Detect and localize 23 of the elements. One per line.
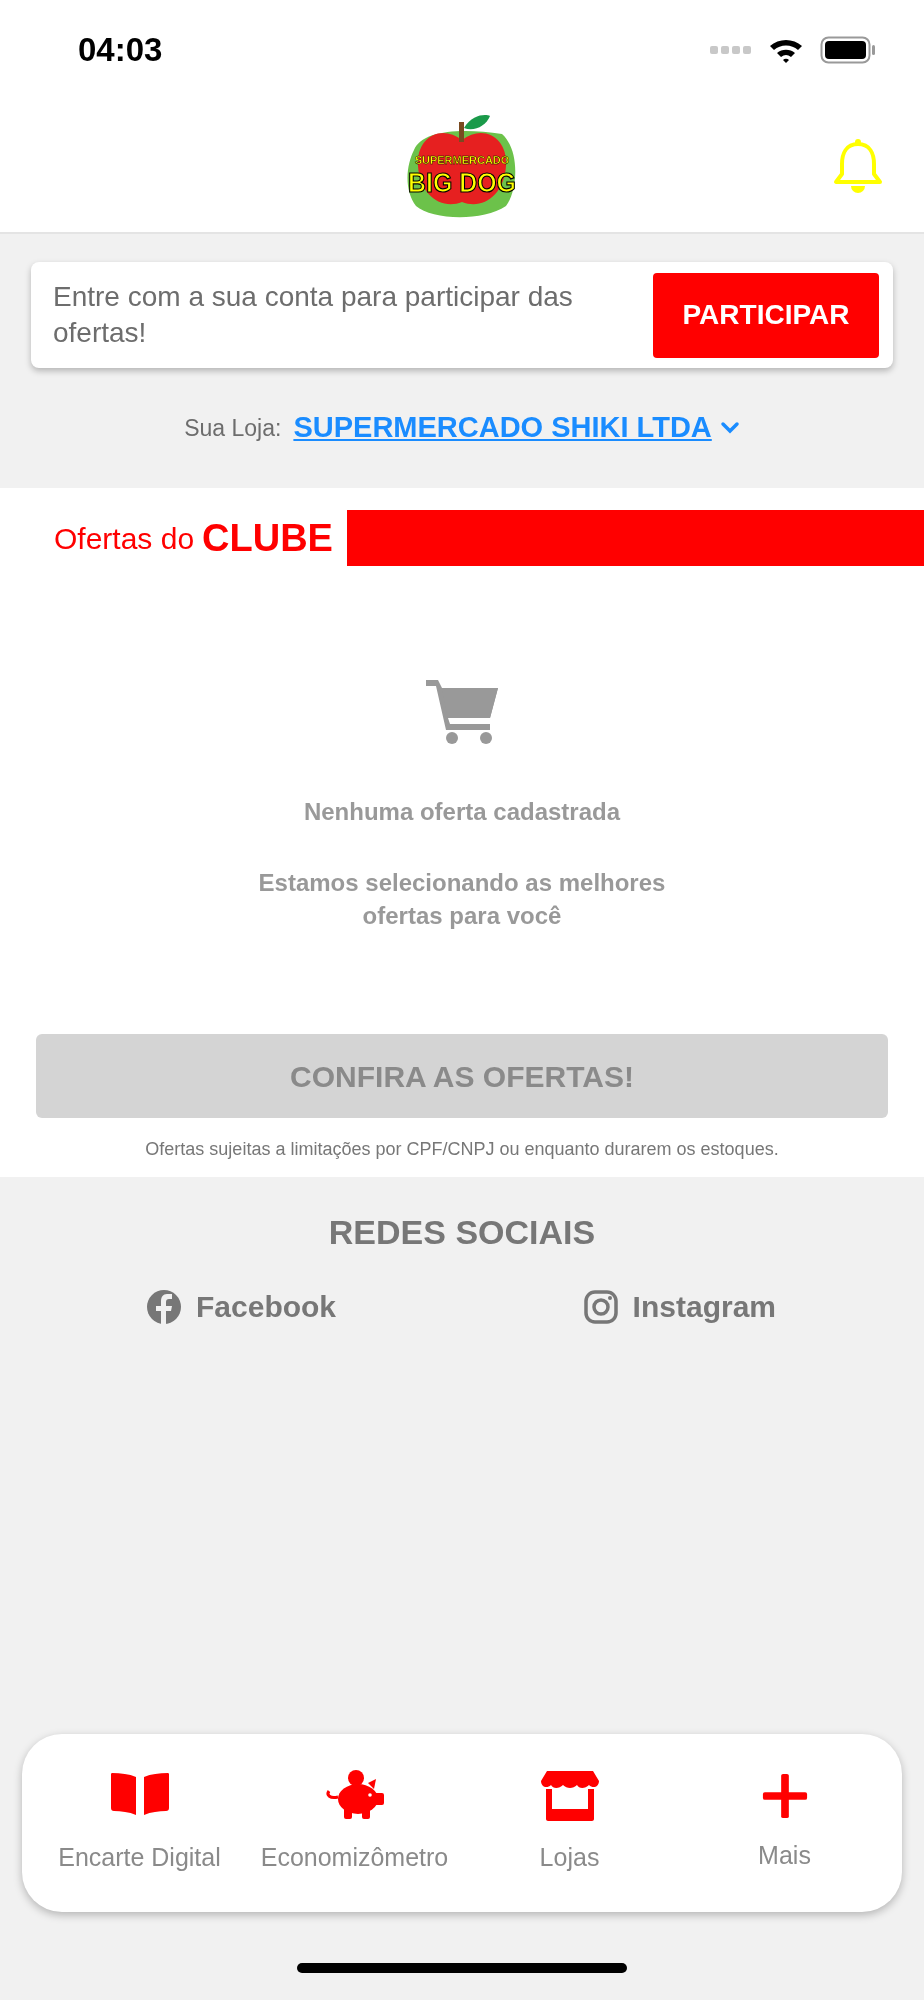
section-title: Ofertas do bbox=[53, 520, 195, 557]
empty-message: Estamos selecionando as melhores ofertas para você bbox=[257, 868, 667, 931]
facebook-icon[interactable] bbox=[146, 1288, 182, 1325]
signal-icon bbox=[710, 44, 752, 56]
tab-item[interactable]: Mais bbox=[677, 1771, 892, 1875]
tab-item[interactable]: Economizômetro bbox=[247, 1769, 462, 1877]
tab-item[interactable]: Lojas bbox=[462, 1769, 677, 1877]
battery-icon bbox=[820, 36, 876, 64]
disclaimer: Ofertas sujeitas a limitações por CPF/CNPJ ou enquanto durarem os estoques. bbox=[144, 1138, 780, 1161]
login-message: Entre com a sua conta para participar das ofertas! bbox=[53, 280, 574, 350]
social-link[interactable]: Instagram bbox=[632, 1284, 776, 1329]
chevron-down-icon[interactable] bbox=[719, 421, 740, 435]
section-title: CLUBE bbox=[202, 515, 333, 561]
storefront-icon bbox=[538, 1769, 601, 1824]
store-label: Sua Loja: bbox=[184, 413, 282, 443]
empty-title: Nenhuma oferta cadastrada bbox=[303, 797, 621, 827]
clock: 04:03 bbox=[78, 30, 163, 71]
instagram-icon[interactable] bbox=[582, 1288, 619, 1325]
tab-item[interactable]: Encarte Digital bbox=[32, 1769, 247, 1877]
store-link[interactable]: SUPERMERCADO SHIKI LTDA bbox=[293, 406, 712, 450]
section-heading: REDES SOCIAIS bbox=[327, 1212, 597, 1253]
social-link[interactable]: Facebook bbox=[196, 1284, 337, 1329]
participate-button[interactable]: PARTICIPAR bbox=[653, 272, 879, 358]
